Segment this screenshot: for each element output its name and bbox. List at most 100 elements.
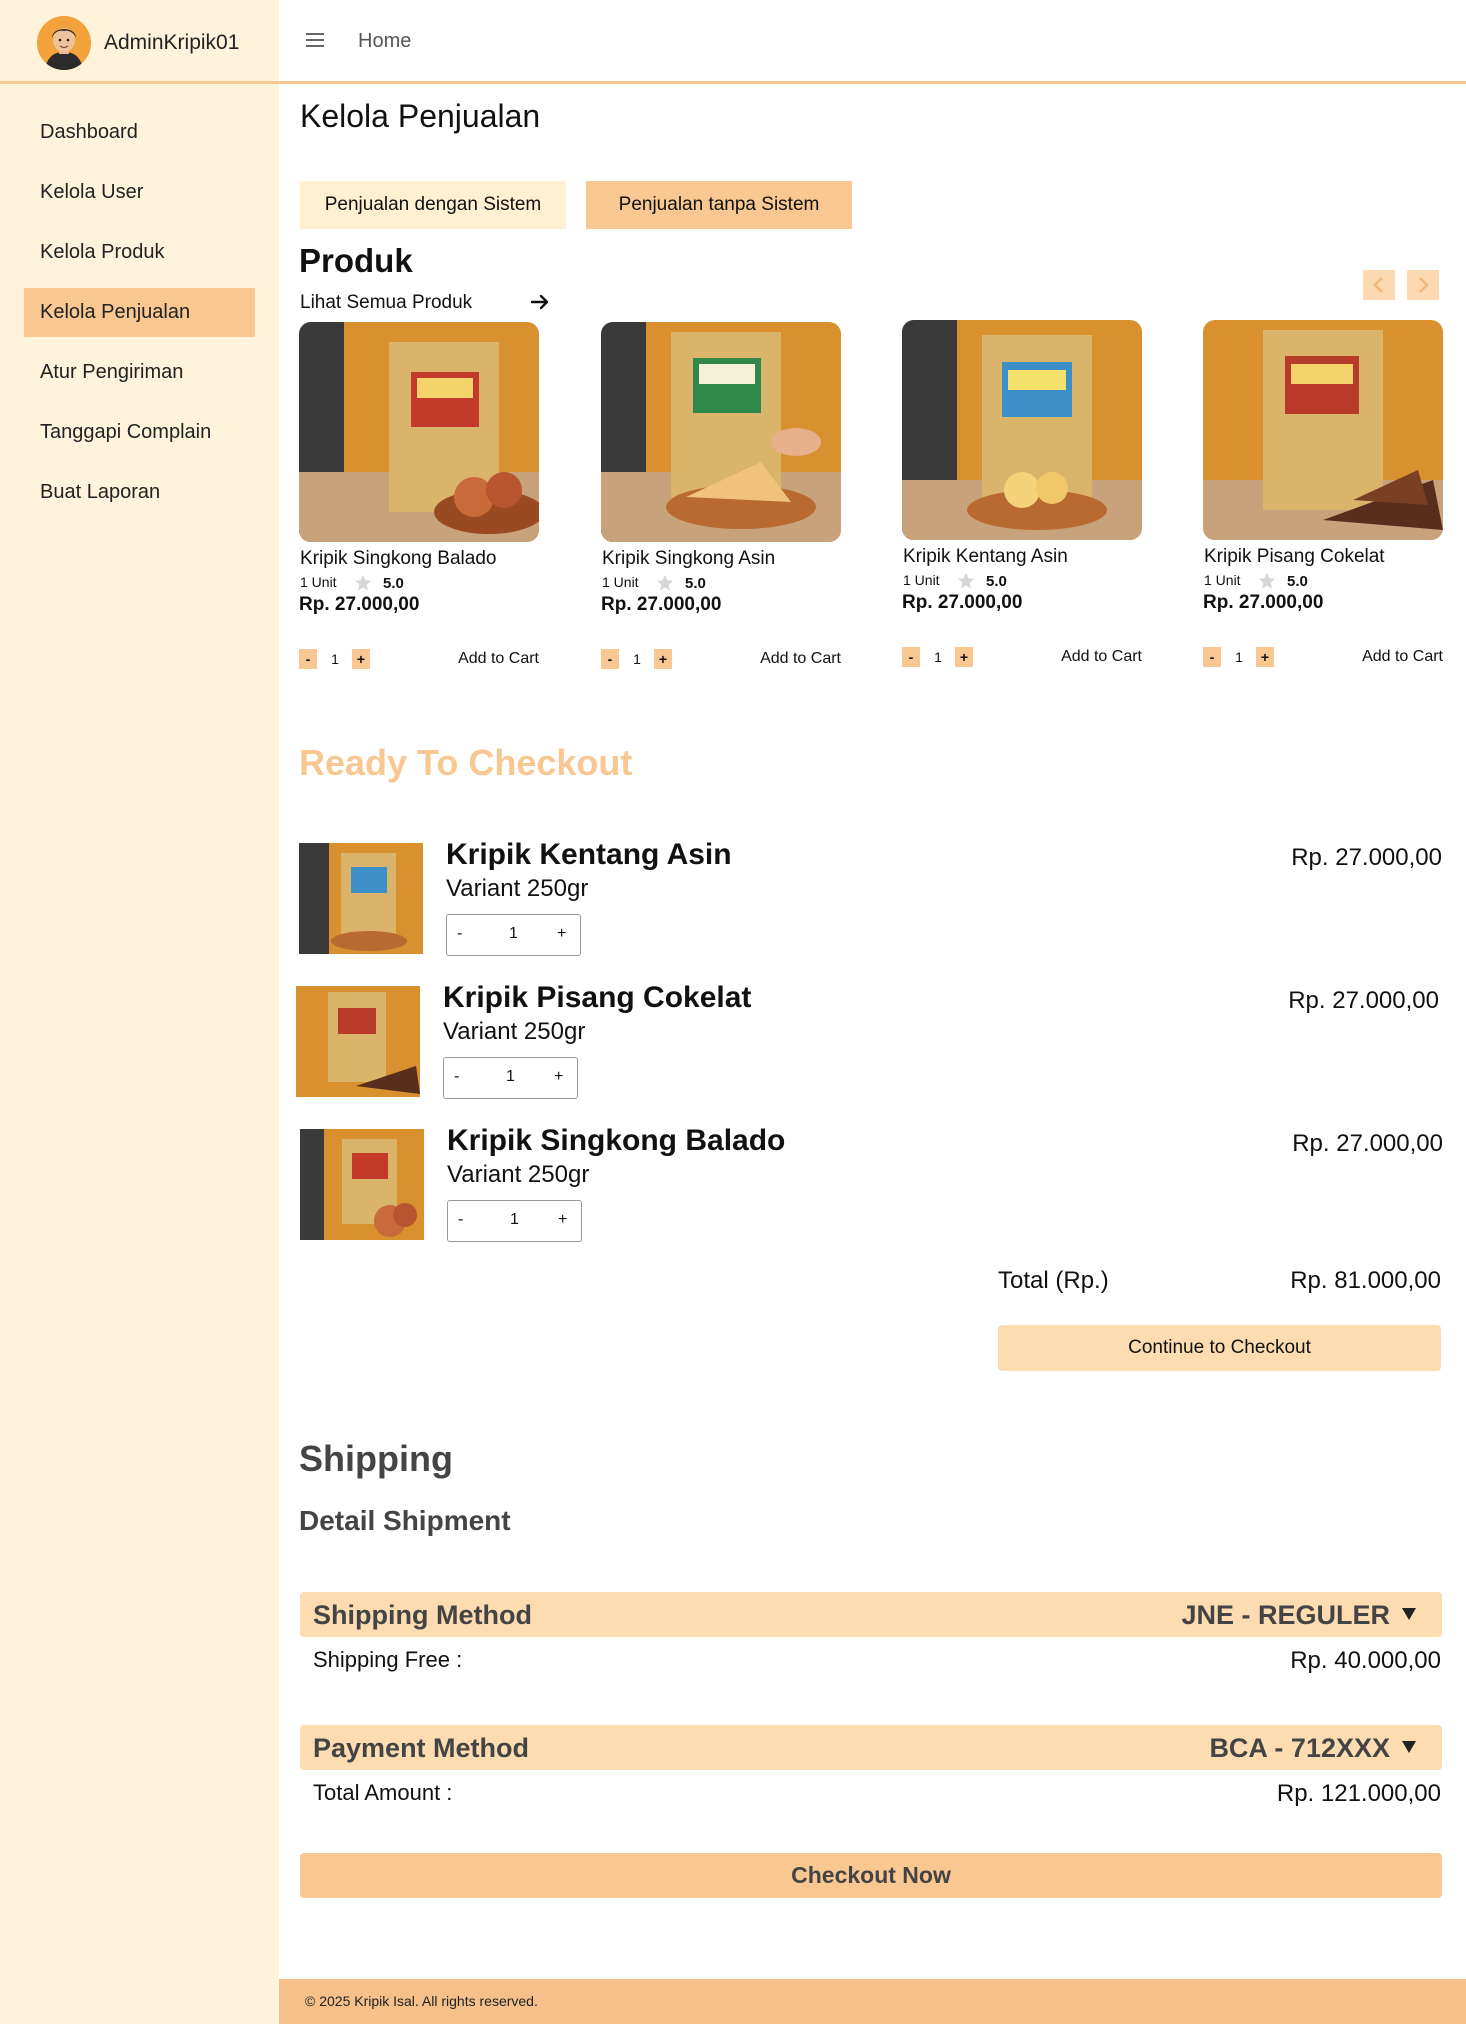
add-to-cart-button[interactable]: Add to Cart [1362,648,1443,666]
breadcrumb-home[interactable]: Home [358,30,411,53]
carousel-prev-button[interactable] [1363,270,1395,300]
footer: © 2025 Kripik Isal. All rights reserved. [279,1979,1466,2024]
qty-minus-button[interactable]: - [1203,647,1221,667]
header-divider [0,81,1466,84]
sidebar-user: AdminKripik01 [0,0,279,82]
checkout-item-name: Kripik Pisang Cokelat [443,981,752,1014]
qty-minus-button[interactable]: - [458,1211,463,1229]
product-image[interactable] [601,322,841,542]
add-to-cart-button[interactable]: Add to Cart [760,650,841,668]
sidebar-item-tanggapi-complain[interactable]: Tanggapi Complain [24,408,255,457]
product-image[interactable] [902,320,1142,540]
shipping-method-bar: Shipping Method JNE - REGULER [300,1592,1442,1637]
product-card: Kripik Kentang Asin 1 Unit 5.0 Rp. 27.00… [902,320,1142,670]
quantity-stepper: - 1 + [443,1057,578,1099]
product-card: Kripik Pisang Cokelat 1 Unit 5.0 Rp. 27.… [1203,320,1443,670]
add-to-cart-button[interactable]: Add to Cart [458,650,539,668]
qty-value[interactable]: 1 [509,925,518,943]
arrow-right-icon[interactable] [530,290,550,314]
detail-shipment-title: Detail Shipment [299,1505,511,1536]
qty-value[interactable]: 1 [924,647,952,667]
products-title: Produk [299,242,413,279]
qty-plus-button[interactable]: + [1256,647,1274,667]
total-label: Total (Rp.) [998,1267,1109,1294]
checkout-item-name: Kripik Singkong Balado [447,1124,786,1157]
qty-plus-button[interactable]: + [352,649,370,669]
product-price: Rp. 27.000,00 [902,592,1023,613]
checkout-item-image [299,843,423,954]
qty-plus-button[interactable]: + [654,649,672,669]
product-name: Kripik Pisang Cokelat [1204,546,1385,567]
checkout-item: Kripik Kentang Asin Variant 250gr - 1 + … [299,838,1442,968]
sidebar: AdminKripik01 Dashboard Kelola User Kelo… [0,0,279,2024]
qty-minus-button[interactable]: - [457,925,462,943]
sidebar-item-kelola-produk[interactable]: Kelola Produk [24,228,255,277]
carousel-next-button[interactable] [1407,270,1439,300]
checkout-item-price: Rp. 27.000,00 [1291,844,1442,871]
shipping-fee-value: Rp. 40.000,00 [1290,1647,1441,1674]
qty-minus-button[interactable]: - [299,649,317,669]
qty-value[interactable]: 1 [321,649,349,669]
checkout-item-image [296,986,420,1097]
product-image[interactable] [299,322,539,542]
product-rating: 5.0 [1287,573,1308,590]
sidebar-item-kelola-penjualan[interactable]: Kelola Penjualan [24,288,255,337]
checkout-item-price: Rp. 27.000,00 [1292,1130,1443,1157]
product-name: Kripik Singkong Asin [602,548,776,569]
qty-minus-button[interactable]: - [601,649,619,669]
payment-method-select[interactable]: BCA - 712XXX [1209,1733,1390,1764]
sidebar-username: AdminKripik01 [104,31,240,54]
product-rating: 5.0 [685,575,706,592]
product-unit: 1 Unit [903,572,940,588]
star-icon [1258,572,1276,589]
checkout-item-variant: Variant 250gr [443,1018,586,1045]
page-title: Kelola Penjualan [300,98,541,134]
caret-down-icon[interactable] [1402,1608,1416,1620]
qty-minus-button[interactable]: - [902,647,920,667]
product-unit: 1 Unit [300,574,337,590]
continue-to-checkout-button[interactable]: Continue to Checkout [998,1325,1441,1371]
checkout-item-price: Rp. 27.000,00 [1288,987,1439,1014]
product-unit: 1 Unit [1204,572,1241,588]
total-value: Rp. 81.000,00 [1290,1267,1441,1294]
shipping-method-select[interactable]: JNE - REGULER [1181,1600,1390,1631]
sidebar-item-dashboard[interactable]: Dashboard [24,108,255,157]
qty-value[interactable]: 1 [623,649,651,669]
add-to-cart-button[interactable]: Add to Cart [1061,648,1142,666]
product-name: Kripik Kentang Asin [903,546,1068,567]
tab-penjualan-tanpa-sistem[interactable]: Penjualan tanpa Sistem [586,181,852,229]
sidebar-item-buat-laporan[interactable]: Buat Laporan [24,468,255,517]
quantity-stepper: - 1 + [446,914,581,956]
qty-plus-button[interactable]: + [558,1211,567,1229]
checkout-section-title: Ready To Checkout [299,742,633,783]
payment-method-label: Payment Method [313,1733,530,1763]
qty-plus-button[interactable]: + [554,1068,563,1086]
product-rating: 5.0 [986,573,1007,590]
qty-value[interactable]: 1 [510,1211,519,1229]
total-amount-label: Total Amount : [313,1780,453,1805]
qty-value[interactable]: 1 [1225,647,1253,667]
payment-method-bar: Payment Method BCA - 712XXX [300,1725,1442,1770]
product-image[interactable] [1203,320,1443,540]
qty-value[interactable]: 1 [506,1068,515,1086]
tab-penjualan-dengan-sistem[interactable]: Penjualan dengan Sistem [300,181,566,229]
hamburger-icon[interactable] [306,33,324,47]
view-all-products-link[interactable]: Lihat Semua Produk [300,292,472,314]
sidebar-item-atur-pengiriman[interactable]: Atur Pengiriman [24,348,255,397]
qty-minus-button[interactable]: - [454,1068,459,1086]
qty-plus-button[interactable]: + [955,647,973,667]
checkout-now-button[interactable]: Checkout Now [300,1853,1442,1898]
caret-down-icon[interactable] [1402,1741,1416,1753]
sidebar-item-kelola-user[interactable]: Kelola User [24,168,255,217]
product-card: Kripik Singkong Balado 1 Unit 5.0 Rp. 27… [299,322,539,672]
qty-plus-button[interactable]: + [557,925,566,943]
chevron-right-icon [1419,277,1429,293]
product-card: Kripik Singkong Asin 1 Unit 5.0 Rp. 27.0… [601,322,841,672]
checkout-item-image [300,1129,424,1240]
product-unit: 1 Unit [602,574,639,590]
avatar[interactable] [37,16,91,70]
checkout-item-variant: Variant 250gr [447,1161,590,1188]
checkout-item-variant: Variant 250gr [446,875,589,902]
product-price: Rp. 27.000,00 [299,594,420,615]
shipping-title: Shipping [299,1438,453,1479]
